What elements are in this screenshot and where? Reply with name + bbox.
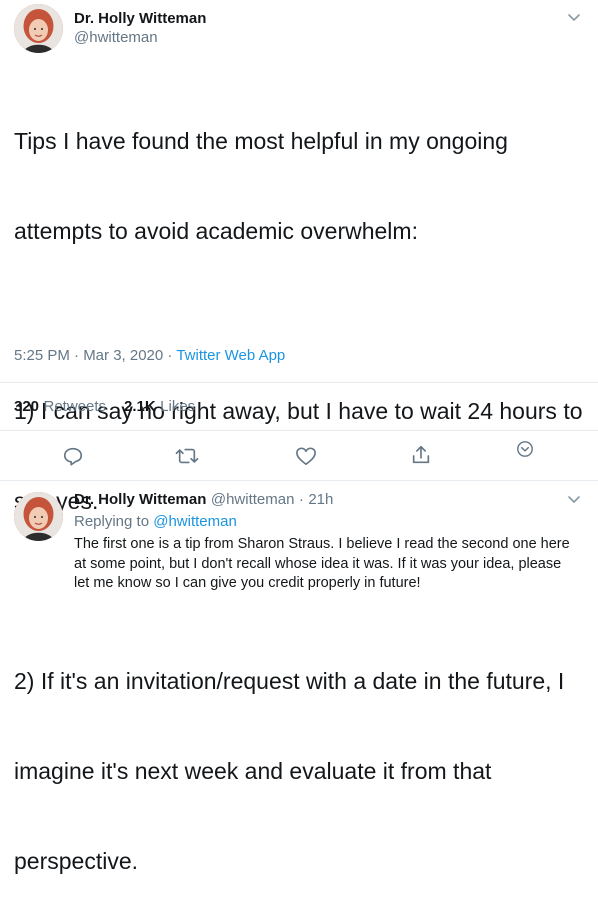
divider xyxy=(0,382,598,383)
tweet-text: Tips I have found the most helpful in my… xyxy=(14,66,592,906)
likes-label: Likes xyxy=(160,398,196,415)
avatar-portrait-icon xyxy=(14,492,63,541)
reply-author-handle[interactable]: @hwitteman xyxy=(211,491,295,508)
divider xyxy=(0,480,598,481)
like-button[interactable] xyxy=(295,446,317,466)
tweet-text-line: perspective. xyxy=(14,848,139,874)
chevron-down-icon xyxy=(568,496,580,504)
reply-icon xyxy=(63,447,83,466)
share-icon xyxy=(412,445,430,464)
likes-count: 2.1K xyxy=(124,398,156,415)
tweet-activity-button[interactable] xyxy=(516,440,534,458)
replying-to-label: Replying to xyxy=(74,513,154,530)
tweet-menu-button[interactable] xyxy=(567,10,581,24)
tweet-timestamp-row: 5:25 PM · Mar 3, 2020 · Twitter Web App xyxy=(14,347,285,364)
tweet-text-line xyxy=(14,306,592,336)
author-name[interactable]: Dr. Holly Witteman xyxy=(74,10,206,27)
retweet-icon xyxy=(175,448,199,464)
author-avatar[interactable] xyxy=(14,4,63,53)
tweet-text-line: Tips I have found the most helpful in my… xyxy=(14,128,508,154)
tweet-text-line: 2) If it's an invitation/request with a … xyxy=(14,668,565,694)
divider xyxy=(0,430,598,431)
reply-time[interactable]: 21h xyxy=(308,491,333,508)
retweets-count: 320 xyxy=(14,398,40,415)
reply-text-line: The first one is a tip from Sharon Strau… xyxy=(74,536,570,552)
tweet-text-line: attempts to avoid academic overwhelm: xyxy=(14,218,418,244)
tweet-timestamp[interactable]: 5:25 PM · Mar 3, 2020 · xyxy=(14,347,176,364)
tweet-source-link[interactable]: Twitter Web App xyxy=(176,347,285,364)
reply-text-line: at some point, but I don't recall whose … xyxy=(74,555,562,572)
retweets-stat[interactable]: 320 Retweets xyxy=(14,398,106,416)
retweets-label: Retweets xyxy=(43,398,107,415)
reply-text-line: let me know so I can give you credit pro… xyxy=(74,575,421,591)
replying-to-handle[interactable]: @hwitteman xyxy=(153,513,237,530)
reply-menu-button[interactable] xyxy=(567,492,581,506)
tweet-text-line: imagine it's next week and evaluate it f… xyxy=(14,758,492,784)
like-icon xyxy=(296,447,316,465)
likes-stat[interactable]: 2.1K Likes xyxy=(124,398,195,416)
chevron-circle-icon xyxy=(517,441,533,457)
reply-text: The first one is a tip from Sharon Strau… xyxy=(74,535,594,594)
share-button[interactable] xyxy=(410,444,432,466)
reply-author-name[interactable]: Dr. Holly Witteman xyxy=(74,491,206,508)
reply-author-avatar[interactable] xyxy=(14,492,63,541)
reply-header: Dr. Holly Witteman @hwitteman · 21h xyxy=(74,491,333,509)
avatar-portrait-icon xyxy=(14,4,63,53)
reply-button[interactable] xyxy=(62,445,84,467)
reply-separator: · xyxy=(298,491,304,508)
replying-to: Replying to @hwitteman xyxy=(74,513,237,530)
retweet-button[interactable] xyxy=(175,445,199,467)
author-handle[interactable]: @hwitteman xyxy=(74,29,158,46)
chevron-down-icon xyxy=(568,14,580,22)
